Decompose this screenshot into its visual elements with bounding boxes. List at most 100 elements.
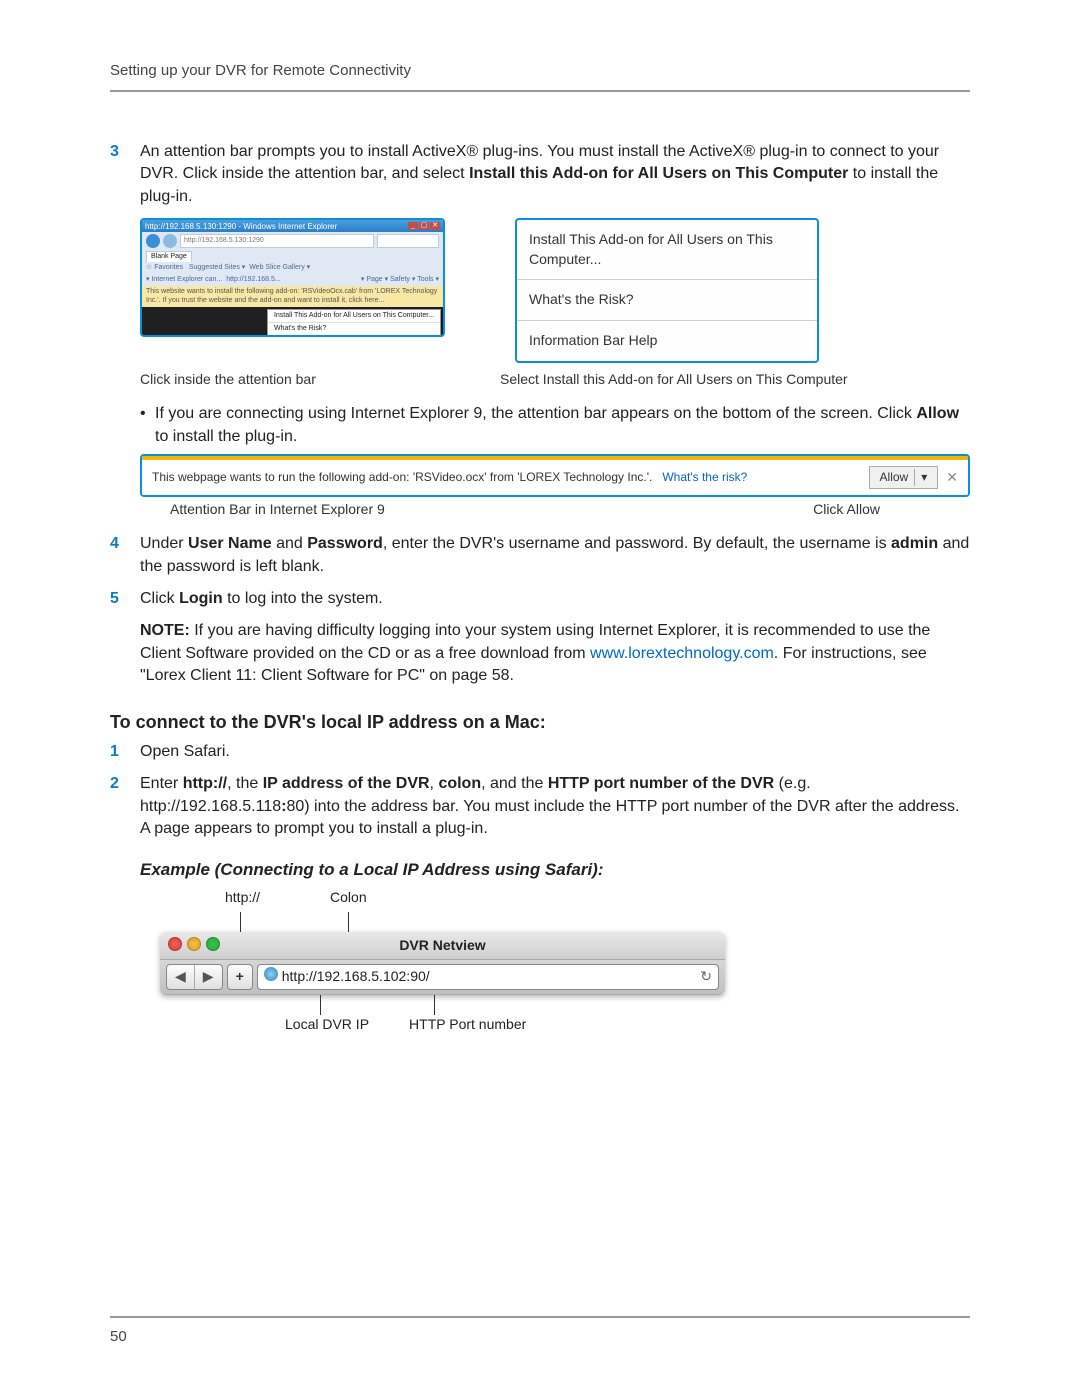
step-number: 5 [110, 588, 140, 610]
forward-button[interactable]: ▶ [195, 965, 222, 989]
web-slice[interactable]: Web Slice Gallery ▾ [249, 264, 310, 271]
text: Under [140, 535, 188, 552]
figure-ie9-bar: This webpage wants to run the following … [140, 454, 970, 497]
add-button-group: + [227, 964, 253, 990]
zoom-window-icon[interactable] [206, 937, 220, 951]
step-number: 3 [110, 141, 140, 208]
minimize-window-icon[interactable] [187, 937, 201, 951]
url-text: http://192.168.5.102:90/ [282, 968, 430, 984]
text-bold: http:// [183, 775, 227, 792]
text-bold: User Name [188, 535, 272, 552]
figure-caption-right: Select Install this Add-on for All Users… [500, 370, 848, 390]
menu-item-install-addon[interactable]: Install This Add-on for All Users on Thi… [268, 310, 440, 323]
back-button[interactable]: ◀ [167, 965, 195, 989]
safari-window: DVR Netview ◀ ▶ + http://192.168.5.102:9… [160, 932, 725, 995]
mac-step-2: 2 Enter http://, the IP address of the D… [110, 773, 970, 840]
bullet-ie9: • If you are connecting using Internet E… [140, 403, 970, 448]
callout-http-port: HTTP Port number [409, 1015, 526, 1035]
text: to install the plug-in. [155, 428, 297, 445]
figure-caption-left: Click inside the attention bar [140, 370, 500, 390]
menu-item-install-addon[interactable]: Install This Add-on for All Users on Thi… [517, 220, 817, 280]
text: , and the [481, 775, 548, 792]
text: and [272, 535, 308, 552]
safari-toolbar: ◀ ▶ + http://192.168.5.102:90/ ↻ [160, 960, 725, 995]
allow-label: Allow [880, 469, 909, 486]
header-rule [110, 90, 970, 92]
add-bookmark-button[interactable]: + [228, 965, 252, 989]
note-block: NOTE: If you are having difficulty loggi… [140, 620, 970, 687]
suggested-sites[interactable]: Suggested Sites ▾ [189, 264, 245, 271]
figure-ie8-window: http://192.168.5.130:1290 - Windows Inte… [140, 218, 445, 362]
close-icon[interactable]: ✕ [946, 468, 958, 488]
note-label: NOTE: [140, 622, 190, 639]
text: Click [140, 590, 179, 607]
text-bold: HTTP port number of the DVR [548, 775, 774, 792]
ie-can-label: Internet Explorer can... [151, 276, 222, 283]
safari-titlebar: DVR Netview [160, 932, 725, 961]
lorex-link[interactable]: www.lorextechnology.com [590, 645, 774, 662]
cmd-right[interactable]: ▾ Page ▾ Safety ▾ Tools ▾ [361, 275, 439, 285]
url-field[interactable]: http://192.168.5.130:1290 [180, 234, 374, 248]
heading-mac-connect: To connect to the DVR's local IP address… [110, 710, 970, 735]
step-4: 4 Under User Name and Password, enter th… [110, 533, 970, 578]
step-number: 1 [110, 741, 140, 763]
step-number: 4 [110, 533, 140, 578]
allow-button[interactable]: Allow ▾ [869, 466, 939, 489]
menu-item-whats-risk[interactable]: What's the Risk? [268, 323, 440, 336]
ie8-titlebar: http://192.168.5.130:1290 - Windows Inte… [142, 220, 443, 232]
ie8-tab-bar: Blank Page [142, 250, 443, 262]
menu-item-info-bar-help[interactable]: Information Bar Help [268, 336, 440, 337]
text-bold: colon [438, 775, 481, 792]
step-number: 2 [110, 773, 140, 840]
favorites-label[interactable]: Favorites [154, 264, 183, 271]
ie8-command-bar: ▾ Internet Explorer can... http://192.16… [142, 274, 443, 286]
text-bold: Login [179, 590, 223, 607]
text-bold: IP address of the DVR [263, 775, 430, 792]
text-bold: Password [307, 535, 383, 552]
menu-item-info-bar-help[interactable]: Information Bar Help [517, 321, 817, 361]
text: Enter [140, 775, 183, 792]
search-box[interactable] [377, 234, 439, 248]
url-short: http://192.168.5... [226, 276, 281, 283]
window-title: DVR Netview [399, 937, 485, 953]
callout-colon: Colon [330, 888, 367, 912]
callout-http: http:// [225, 888, 260, 912]
browser-tab[interactable]: Blank Page [146, 251, 192, 262]
ie8-content-area: Install This Add-on for All Users on Thi… [142, 307, 443, 335]
nav-buttons: ◀ ▶ [166, 964, 223, 990]
running-header: Setting up your DVR for Remote Connectiv… [110, 60, 970, 81]
page-number: 50 [110, 1328, 127, 1345]
figure-context-menu-zoom: Install This Add-on for All Users on Thi… [515, 218, 819, 362]
url-field[interactable]: http://192.168.5.102:90/ ↻ [257, 964, 719, 990]
bullet-dot: • [140, 403, 155, 448]
step-5: 5 Click Login to log into the system. [110, 588, 970, 610]
text-bold: admin [891, 535, 938, 552]
allow-dropdown-icon[interactable]: ▾ [914, 469, 927, 486]
ie9-caption-left: Attention Bar in Internet Explorer 9 [170, 500, 385, 520]
text: Open Safari. [140, 741, 970, 763]
step-3: 3 An attention bar prompts you to instal… [110, 141, 970, 208]
text-bold: Allow [916, 405, 959, 422]
window-title: http://192.168.5.130:1290 - Windows Inte… [145, 221, 337, 232]
ie8-information-bar[interactable]: This website wants to install the follow… [142, 286, 443, 308]
traffic-lights [168, 937, 220, 951]
ie8-links-bar: ☆ Favorites Suggested Sites ▾ Web Slice … [142, 262, 443, 274]
mac-step-1: 1 Open Safari. [110, 741, 970, 763]
text: This webpage wants to run the following … [152, 470, 652, 484]
text: If you are connecting using Internet Exp… [155, 405, 916, 422]
whats-the-risk-link[interactable]: What's the risk? [662, 470, 747, 484]
ie8-context-menu: Install This Add-on for All Users on Thi… [267, 309, 441, 337]
forward-icon[interactable] [163, 234, 177, 248]
callout-local-ip: Local DVR IP [285, 1015, 369, 1035]
back-icon[interactable] [146, 234, 160, 248]
reload-icon[interactable]: ↻ [700, 967, 712, 987]
figure-safari-diagram: http:// Colon DVR Netview ◀ ▶ + [160, 888, 970, 1034]
close-window-icon[interactable] [168, 937, 182, 951]
text: , the [227, 775, 263, 792]
ie8-nav-bar: http://192.168.5.130:1290 [142, 232, 443, 250]
window-buttons: _▢✕ [408, 222, 440, 230]
heading-example-safari: Example (Connecting to a Local IP Addres… [140, 858, 970, 882]
text: to log into the system. [223, 590, 383, 607]
menu-item-whats-risk[interactable]: What's the Risk? [517, 280, 817, 321]
ie9-message: This webpage wants to run the following … [152, 469, 861, 486]
